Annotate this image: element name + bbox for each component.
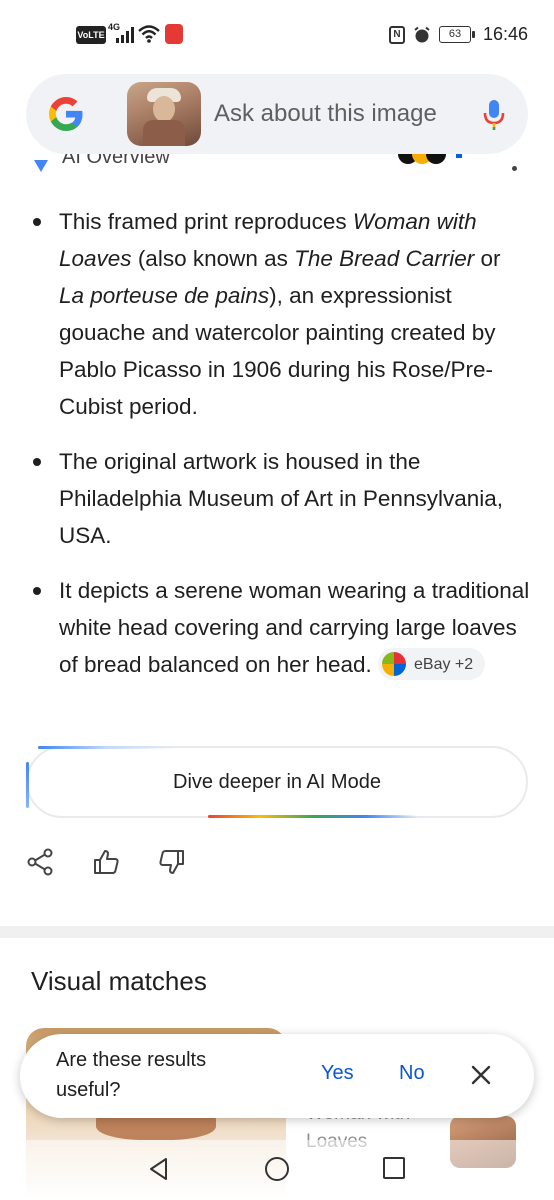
notification-app-icon [165, 24, 183, 44]
feedback-yes-button[interactable]: Yes [321, 1062, 354, 1085]
microphone-icon[interactable] [482, 98, 506, 132]
ai-overview-bullets: This framed print reproduces Woman with … [30, 203, 530, 701]
ebay-logo-icon [382, 652, 407, 677]
google-logo-icon[interactable] [46, 94, 86, 134]
nfc-icon: N [388, 25, 405, 44]
search-input[interactable]: Ask about this image [214, 100, 437, 128]
bullet-text: (also known as [131, 246, 295, 271]
bullet-item: It depicts a serene woman wearing a trad… [30, 572, 530, 683]
search-bar[interactable]: Ask about this image [26, 74, 528, 154]
thumbs-down-icon[interactable] [158, 848, 186, 876]
signal-icon [116, 27, 134, 43]
system-nav-bar [0, 1140, 554, 1200]
back-icon[interactable] [146, 1156, 172, 1182]
bullet-text: The original artwork is housed in the Ph… [59, 449, 504, 548]
status-bar: VoLTE 4G N 63 16:46 [0, 0, 554, 66]
bullet-text: or [474, 246, 501, 271]
battery-indicator: 63 [438, 26, 475, 43]
more-options-icon[interactable] [512, 166, 517, 171]
visual-matches-title: Visual matches [31, 966, 207, 996]
section-divider [0, 926, 554, 938]
share-icon[interactable] [26, 848, 54, 876]
ai-sparkle-icon [34, 160, 48, 172]
bullet-item: The original artwork is housed in the Ph… [30, 443, 530, 554]
recent-apps-icon[interactable] [382, 1156, 406, 1180]
dive-deeper-button[interactable]: Dive deeper in AI Mode [26, 746, 528, 818]
bullet-text: This framed print reproduces [59, 209, 353, 234]
source-logos-icon[interactable] [398, 154, 470, 168]
alarm-icon [414, 26, 430, 42]
dive-deeper-label: Dive deeper in AI Mode [173, 770, 381, 793]
volte-indicator: VoLTE [76, 26, 106, 44]
thumbs-up-icon[interactable] [92, 848, 120, 876]
ai-overview-label: AI Overview [62, 154, 170, 168]
feedback-toast: Are these results useful? Yes No [20, 1034, 534, 1118]
italic-title: The Bread Carrier [294, 246, 475, 271]
close-icon[interactable] [470, 1064, 492, 1086]
source-chip-label: eBay +2 [414, 655, 474, 673]
ai-overview-header: AI Overview [34, 154, 524, 182]
home-icon[interactable] [264, 1156, 290, 1182]
clock: 16:46 [482, 24, 528, 44]
feedback-question: Are these results useful? [56, 1049, 207, 1101]
feedback-no-button[interactable]: No [399, 1062, 425, 1085]
source-chip[interactable]: eBay +2 [378, 648, 486, 681]
feedback-actions [26, 848, 186, 876]
wifi-icon [138, 25, 160, 43]
bullet-item: This framed print reproduces Woman with … [30, 203, 530, 425]
italic-title: La porteuse de pains [59, 283, 270, 308]
image-thumbnail[interactable] [127, 82, 201, 146]
